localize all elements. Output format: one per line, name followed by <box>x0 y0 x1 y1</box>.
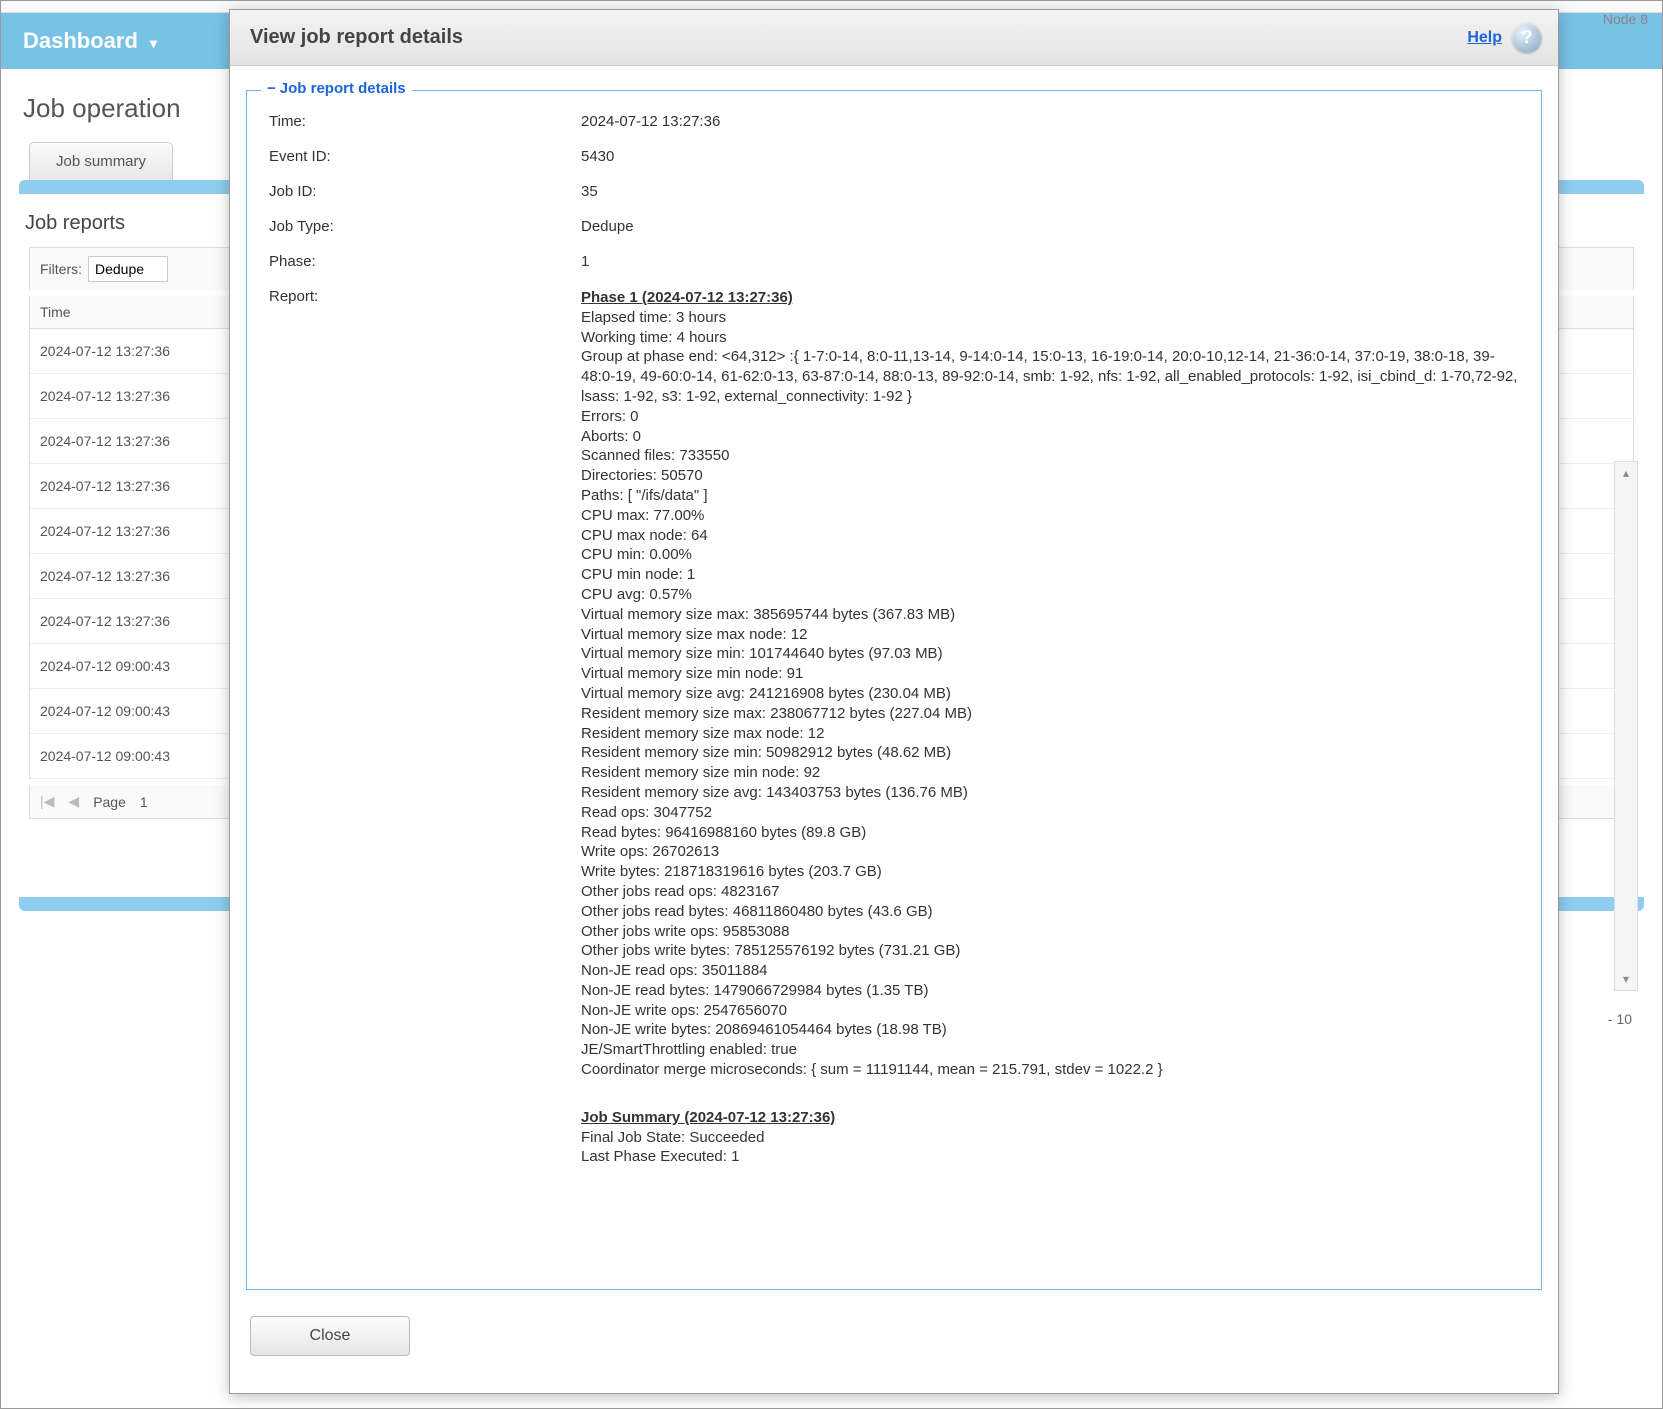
report-line: Working time: 4 hours <box>581 328 1519 348</box>
report-line: Last Phase Executed: 1 <box>581 1147 1519 1167</box>
report-content: Phase 1 (2024-07-12 13:27:36) Elapsed ti… <box>581 288 1519 1167</box>
collapse-icon[interactable]: − <box>267 80 276 97</box>
label-phase: Phase: <box>269 253 569 270</box>
report-line: Non-JE read ops: 35011884 <box>581 961 1519 981</box>
report-line: Virtual memory size min: 101744640 bytes… <box>581 644 1519 664</box>
report-line: Resident memory size max node: 12 <box>581 724 1519 744</box>
value-job-id: 35 <box>581 183 1519 200</box>
report-line: Virtual memory size max: 385695744 bytes… <box>581 605 1519 625</box>
close-button[interactable]: Close <box>250 1316 410 1356</box>
report-line: Write bytes: 218718319616 bytes (203.7 G… <box>581 862 1519 882</box>
report-line: Paths: [ "/ifs/data" ] <box>581 486 1519 506</box>
report-line: CPU min: 0.00% <box>581 545 1519 565</box>
report-line: Directories: 50570 <box>581 466 1519 486</box>
help-icon[interactable]: ? <box>1512 23 1542 53</box>
report-line: CPU min node: 1 <box>581 565 1519 585</box>
report-line: Other jobs write ops: 95853088 <box>581 922 1519 942</box>
modal-title: View job report details <box>250 26 463 49</box>
report-line: CPU max node: 64 <box>581 526 1519 546</box>
report-line: Resident memory size min node: 92 <box>581 763 1519 783</box>
report-line: Non-JE write bytes: 20869461054464 bytes… <box>581 1020 1519 1040</box>
report-line: Virtual memory size min node: 91 <box>581 664 1519 684</box>
report-line: Elapsed time: 3 hours <box>581 308 1519 328</box>
report-line: Non-JE write ops: 2547656070 <box>581 1001 1519 1021</box>
report-line: Other jobs read ops: 4823167 <box>581 882 1519 902</box>
report-line: Virtual memory size max node: 12 <box>581 625 1519 645</box>
report-line: Errors: 0 <box>581 407 1519 427</box>
report-phase-header: Phase 1 (2024-07-12 13:27:36) <box>581 288 1519 308</box>
details-fieldset: − Job report details Time: 2024-07-12 13… <box>246 90 1542 1290</box>
report-line: Virtual memory size avg: 241216908 bytes… <box>581 684 1519 704</box>
report-line: Scanned files: 733550 <box>581 446 1519 466</box>
label-time: Time: <box>269 113 569 130</box>
report-line: Final Job State: Succeeded <box>581 1128 1519 1148</box>
report-line: Read ops: 3047752 <box>581 803 1519 823</box>
label-job-type: Job Type: <box>269 218 569 235</box>
value-job-type: Dedupe <box>581 218 1519 235</box>
legend-text: Job report details <box>280 80 406 97</box>
report-line: Write ops: 26702613 <box>581 842 1519 862</box>
report-summary-header: Job Summary (2024-07-12 13:27:36) <box>581 1108 1519 1128</box>
report-line: Read bytes: 96416988160 bytes (89.8 GB) <box>581 823 1519 843</box>
app-root: Node 8 Dashboard ▾ Job operation Job sum… <box>0 0 1663 1409</box>
value-time: 2024-07-12 13:27:36 <box>581 113 1519 130</box>
job-report-modal: View job report details Help ? − Job rep… <box>229 9 1559 1394</box>
modal-backdrop: View job report details Help ? − Job rep… <box>1 1 1662 1408</box>
label-report: Report: <box>269 288 569 305</box>
report-line: Coordinator merge microseconds: { sum = … <box>581 1060 1519 1080</box>
report-line: Resident memory size min: 50982912 bytes… <box>581 743 1519 763</box>
report-line: CPU avg: 0.57% <box>581 585 1519 605</box>
report-line: Other jobs write bytes: 785125576192 byt… <box>581 941 1519 961</box>
fieldset-legend: − Job report details <box>261 80 412 97</box>
modal-titlebar: View job report details Help ? <box>230 10 1558 66</box>
report-line: Other jobs read bytes: 46811860480 bytes… <box>581 902 1519 922</box>
report-line: JE/SmartThrottling enabled: true <box>581 1040 1519 1060</box>
details-grid: Time: 2024-07-12 13:27:36 Event ID: 5430… <box>269 113 1519 1167</box>
label-job-id: Job ID: <box>269 183 569 200</box>
value-event-id: 5430 <box>581 148 1519 165</box>
report-line: CPU max: 77.00% <box>581 506 1519 526</box>
spacer <box>581 1080 1519 1108</box>
help-link[interactable]: Help <box>1467 29 1502 47</box>
report-line: Non-JE read bytes: 1479066729984 bytes (… <box>581 981 1519 1001</box>
value-phase: 1 <box>581 253 1519 270</box>
report-line: Aborts: 0 <box>581 427 1519 447</box>
report-line: Resident memory size avg: 143403753 byte… <box>581 783 1519 803</box>
report-line: Resident memory size max: 238067712 byte… <box>581 704 1519 724</box>
report-line: Group at phase end: <64,312> :{ 1-7:0-14… <box>581 347 1519 406</box>
label-event-id: Event ID: <box>269 148 569 165</box>
help-area: Help ? <box>1467 23 1542 53</box>
